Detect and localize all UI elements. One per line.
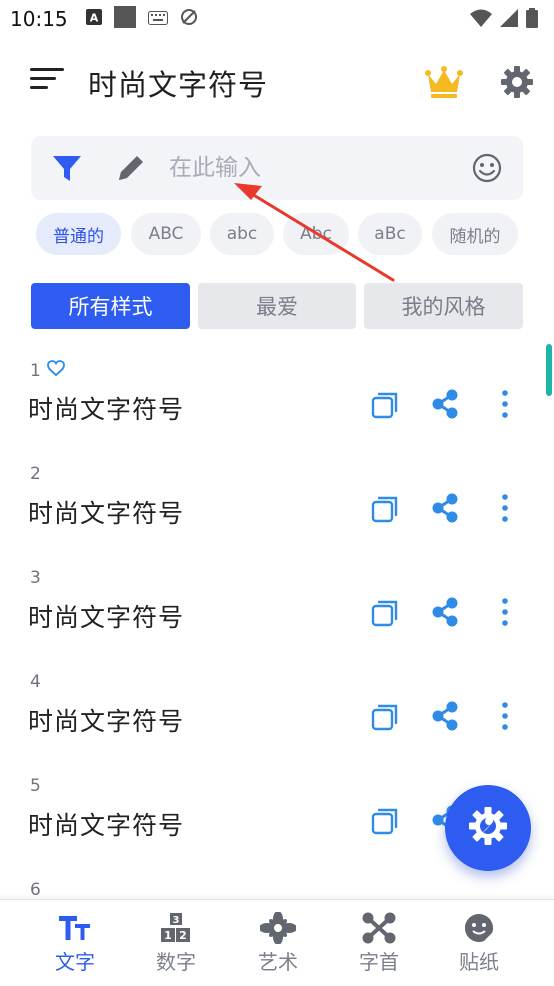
item-number: 5: [30, 776, 41, 796]
svg-text:2: 2: [179, 929, 187, 942]
chip-capitalized[interactable]: Abc: [283, 213, 349, 255]
nav-label: 贴纸: [459, 950, 499, 974]
chip-uppercase[interactable]: ABC: [131, 213, 201, 255]
scrollbar-thumb[interactable]: [546, 344, 552, 396]
square-icon: [113, 6, 136, 32]
list-item[interactable]: 1 时尚文字符号: [0, 360, 554, 464]
share-icon[interactable]: [430, 388, 460, 420]
smiley-icon[interactable]: [471, 152, 503, 184]
pencil-icon: [115, 152, 147, 184]
tab-my-styles[interactable]: 我的风格: [364, 283, 523, 329]
list-item[interactable]: 6: [0, 880, 554, 900]
item-text: 时尚文字符号: [28, 707, 185, 736]
crown-icon[interactable]: [424, 64, 464, 100]
nav-text[interactable]: 文字: [30, 912, 120, 982]
nav-label: 数字: [156, 950, 196, 974]
gear-icon[interactable]: [499, 64, 535, 100]
style-chips: 普通的 ABC abc Abc aBc 随机的: [36, 213, 536, 255]
app-bar: 时尚文字符号: [0, 52, 554, 112]
more-icon[interactable]: [494, 388, 516, 420]
nav-numbers[interactable]: 3 1 2 数字: [131, 912, 221, 982]
molecule-icon: [361, 912, 397, 944]
settings-fab[interactable]: [445, 785, 531, 871]
copy-icon[interactable]: [370, 390, 400, 420]
item-text: 时尚文字符号: [28, 499, 185, 528]
item-number: 6: [30, 880, 41, 900]
status-time: 10:15: [10, 7, 68, 31]
text-size-icon: [57, 912, 93, 944]
item-number: 4: [30, 672, 41, 692]
copy-icon[interactable]: [370, 702, 400, 732]
keyboard-icon: [147, 10, 168, 29]
bottom-nav: 文字 3 1 2 数字 艺术 字首 贴纸: [0, 899, 554, 986]
search-box: [31, 136, 523, 200]
item-text: 时尚文字符号: [28, 811, 185, 840]
item-number: 2: [30, 464, 41, 484]
item-text: 时尚文字符号: [28, 395, 185, 424]
copy-icon[interactable]: [370, 494, 400, 524]
heart-icon[interactable]: [46, 360, 65, 381]
wifi-icon: [470, 9, 492, 31]
signal-icon: [500, 9, 518, 31]
chip-alternating[interactable]: aBc: [358, 213, 422, 255]
nav-label: 字首: [359, 950, 399, 974]
no-sync-icon: [180, 8, 198, 30]
more-icon[interactable]: [494, 492, 516, 524]
svg-text:1: 1: [164, 929, 172, 942]
item-number: 1: [30, 360, 41, 381]
battery-icon: [526, 8, 538, 32]
share-icon[interactable]: [430, 492, 460, 524]
flower-icon: [259, 911, 297, 945]
list-item[interactable]: 3 时尚文字符号: [0, 568, 554, 672]
chip-lowercase[interactable]: abc: [210, 213, 274, 255]
status-bar: 10:15 A: [0, 0, 554, 38]
nav-label: 文字: [55, 950, 95, 974]
svg-text:3: 3: [173, 915, 180, 926]
copy-icon[interactable]: [370, 598, 400, 628]
nav-art[interactable]: 艺术: [233, 911, 323, 982]
search-input[interactable]: [169, 148, 459, 188]
nav-stickers[interactable]: 贴纸: [434, 912, 524, 982]
nav-initials[interactable]: 字首: [334, 912, 424, 982]
list-item[interactable]: 2 时尚文字符号: [0, 464, 554, 568]
more-icon[interactable]: [494, 596, 516, 628]
item-text: 时尚文字符号: [28, 603, 185, 632]
a-badge-icon: A: [85, 9, 102, 29]
share-icon[interactable]: [430, 700, 460, 732]
chip-normal[interactable]: 普通的: [36, 213, 121, 255]
page-title: 时尚文字符号: [88, 68, 269, 102]
tab-all-styles[interactable]: 所有样式: [31, 283, 190, 329]
share-icon[interactable]: [430, 596, 460, 628]
chip-random[interactable]: 随机的: [432, 213, 518, 255]
item-number: 3: [30, 568, 41, 588]
sticker-face-icon: [461, 912, 497, 944]
svg-text:A: A: [89, 12, 98, 25]
more-icon[interactable]: [494, 700, 516, 732]
gear-wrench-icon: [466, 804, 510, 852]
nav-label: 艺术: [258, 950, 298, 974]
filter-icon[interactable]: [51, 152, 83, 184]
copy-icon[interactable]: [370, 806, 400, 836]
tab-favorites[interactable]: 最爱: [198, 283, 356, 329]
list-item[interactable]: 4 时尚文字符号: [0, 672, 554, 776]
menu-icon[interactable]: [30, 68, 66, 96]
number-blocks-icon: 3 1 2: [158, 912, 194, 944]
